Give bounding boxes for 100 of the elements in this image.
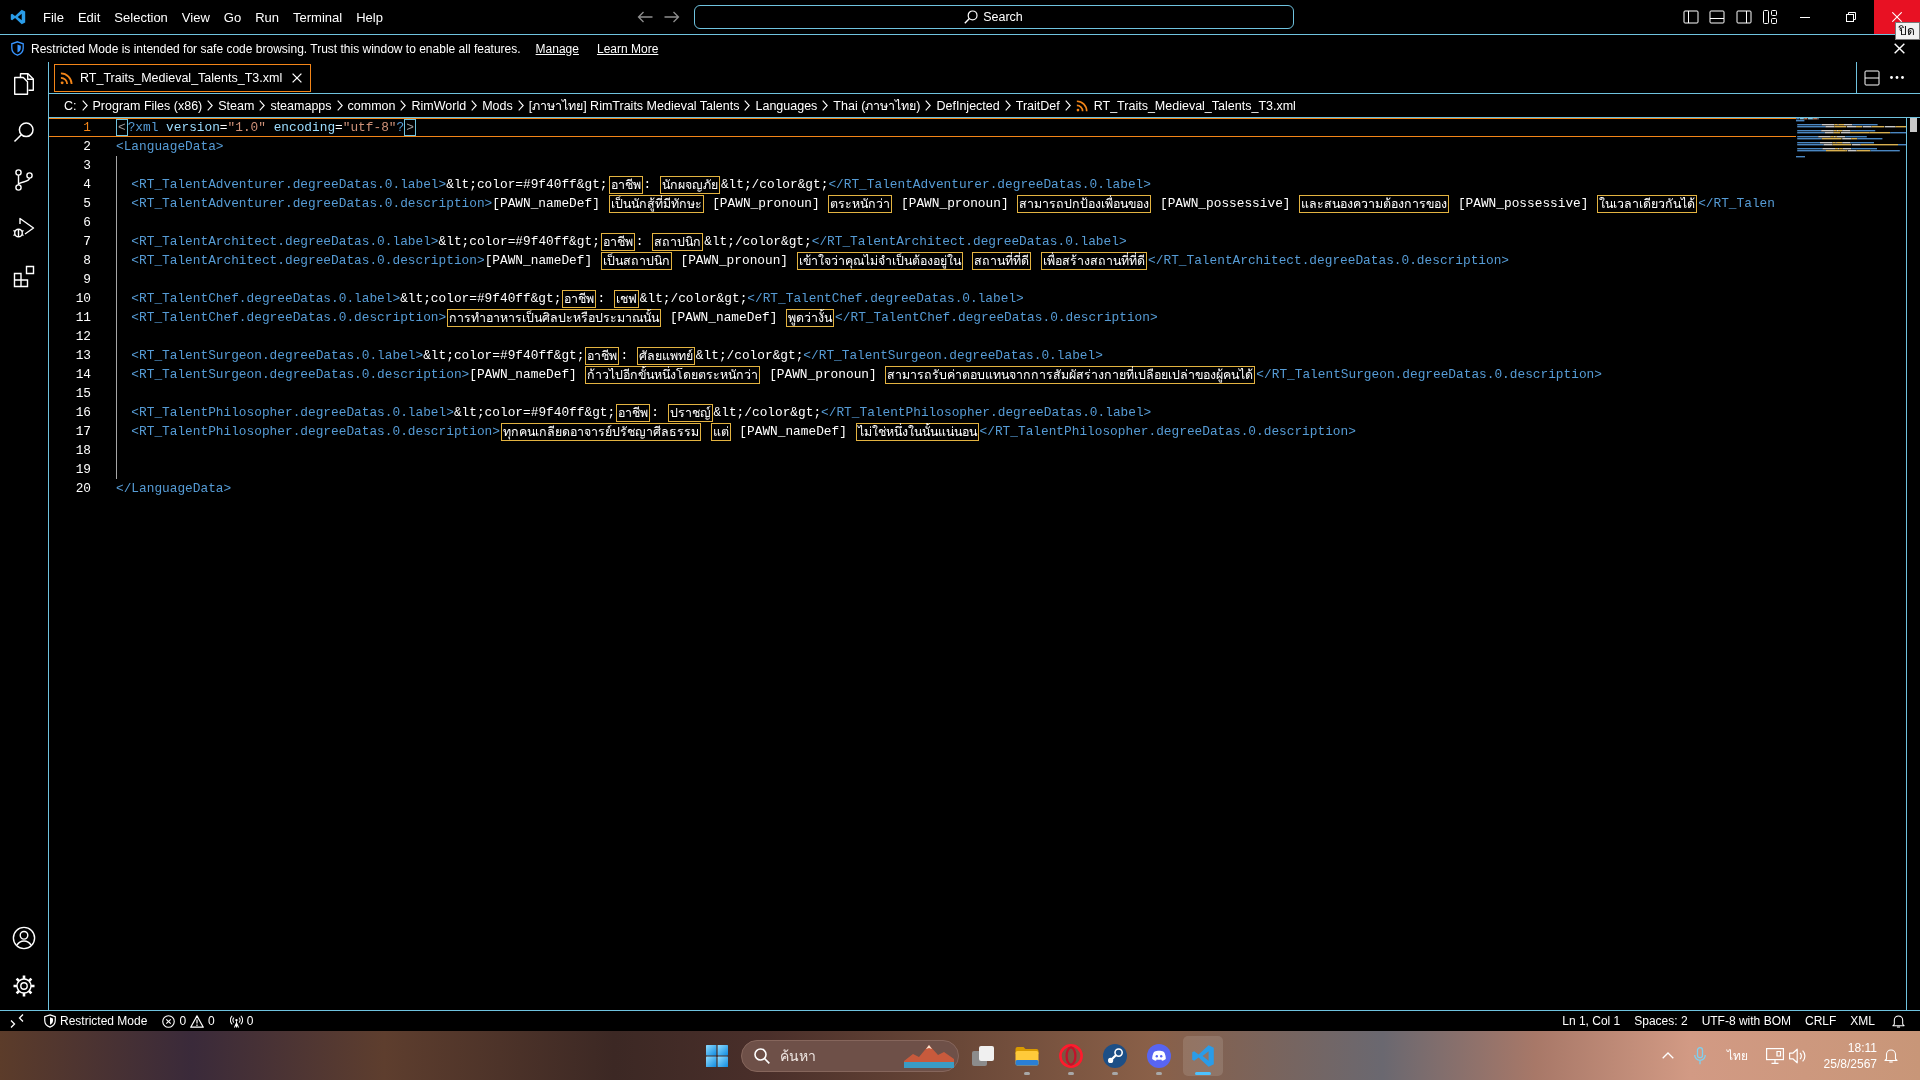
xml-tag: <LanguageData>	[116, 139, 224, 154]
restricted-mode-item[interactable]: Restricted Mode	[39, 1011, 153, 1031]
bell-icon[interactable]	[1892, 1014, 1905, 1028]
menu-item[interactable]: Help	[349, 7, 390, 27]
split-editor-icon[interactable]	[1864, 69, 1880, 86]
breadcrumb-item[interactable]: Thai (ภาษาไทย)	[833, 95, 921, 116]
arrow-left-icon[interactable]	[636, 11, 653, 23]
discord-icon	[1147, 1043, 1171, 1068]
line-number: 20	[75, 481, 91, 496]
account-icon[interactable]	[12, 926, 36, 950]
line-number: 4	[83, 177, 91, 192]
left-panel-icon[interactable]	[1682, 9, 1699, 25]
highlighted-text: ในเวลาเดียวกันได้	[1599, 196, 1696, 212]
breadcrumb-item[interactable]: Program Files (x86)	[92, 98, 203, 113]
problems-item[interactable]: 0 0	[157, 1011, 220, 1031]
ports-item[interactable]: 0	[224, 1011, 259, 1031]
chevron-right-icon	[1064, 100, 1071, 111]
xml-tag: <RT_TalentAdventurer.degreeDatas.0.description>	[131, 196, 493, 211]
breadcrumb-item[interactable]: steamapps	[270, 98, 332, 113]
breadcrumb-item[interactable]: Languages	[755, 98, 818, 113]
line-number: 8	[83, 253, 91, 268]
xml-tag: <RT_TalentArchitect.degreeDatas.0.description>	[131, 253, 485, 268]
folder-icon	[1015, 1045, 1039, 1066]
highlighted-text: ตระหนักว่า	[830, 196, 891, 212]
code-text: [PAWN_nameDef]	[669, 310, 778, 325]
menu-item[interactable]: Run	[248, 7, 286, 27]
search-icon	[754, 1047, 770, 1064]
breadcrumb-item[interactable]: DefInjected	[936, 98, 1000, 113]
highlighted-text: ไม่ใช่หนึ่งในนั้นแน่นอน	[857, 424, 977, 440]
minimap[interactable]	[1796, 118, 1906, 158]
play-bug-icon[interactable]	[12, 216, 36, 240]
close-icon[interactable]	[1894, 43, 1905, 54]
breadcrumb-item[interactable]: Mods	[482, 98, 513, 113]
chevron-right-icon	[336, 100, 343, 111]
clock-date: 25/8/2567	[1823, 1055, 1877, 1072]
line-number: 3	[83, 158, 91, 173]
highlighted-text: ทุกคนเกลียดอาจารย์ปรัชญาศีลธรรม	[503, 424, 699, 440]
arrow-right-icon[interactable]	[663, 11, 680, 23]
line-number: 7	[83, 234, 91, 249]
banner-link[interactable]: Learn More	[596, 41, 659, 56]
status-item[interactable]: UTF-8 with BOM	[1694, 1011, 1798, 1031]
files-icon[interactable]	[12, 72, 36, 96]
code-text: :	[643, 177, 652, 192]
branch-icon[interactable]	[12, 168, 36, 192]
banner-link[interactable]: Manage	[535, 41, 579, 56]
minimize-icon[interactable]	[1800, 16, 1810, 18]
line-number: 10	[75, 291, 91, 306]
close-icon[interactable]	[292, 73, 303, 83]
command-center[interactable]: Search	[693, 5, 1294, 29]
menu-item[interactable]: Selection	[107, 7, 175, 27]
breadcrumb-item[interactable]: RT_Traits_Medieval_Talents_T3.xml	[1075, 98, 1296, 113]
xml-tag: ?xml	[127, 120, 159, 135]
breadcrumb-item[interactable]: common	[347, 98, 396, 113]
remote-icon[interactable]	[10, 1014, 24, 1028]
status-item[interactable]: CRLF	[1797, 1011, 1844, 1031]
breadcrumb-item[interactable]: [ภาษาไทย] RimTraits Medieval Talents	[528, 95, 740, 116]
right-panel-icon[interactable]	[1735, 9, 1752, 25]
layout-icon[interactable]	[1762, 9, 1778, 25]
menu-item[interactable]: Terminal	[286, 7, 350, 27]
status-item[interactable]: XML	[1843, 1011, 1882, 1031]
menu-item[interactable]: File	[36, 7, 71, 27]
line-number: 13	[75, 348, 91, 363]
chevron-up-icon[interactable]	[1661, 1052, 1674, 1059]
bottom-panel-icon[interactable]	[1709, 9, 1725, 25]
xml-tag: </RT_TalentChef.degreeDatas.0.label>	[747, 291, 1024, 306]
xml-tag: </RT_TalentChef.degreeDatas.0.description>	[835, 310, 1158, 325]
blocks-icon[interactable]	[12, 264, 36, 288]
code-text: &lt;/color&gt;	[704, 234, 812, 249]
antenna-icon	[229, 1014, 243, 1028]
highlighted-text: สถาปนิก	[654, 234, 702, 250]
code-text: :	[620, 348, 629, 363]
restore-icon[interactable]	[1846, 12, 1856, 22]
breadcrumb-item[interactable]: Steam	[218, 98, 255, 113]
status-item[interactable]: Ln 1, Col 1	[1555, 1011, 1628, 1031]
line-number: 14	[75, 367, 91, 382]
line-number: 16	[75, 405, 91, 420]
code-text: [PAWN_pronoun]	[901, 196, 1009, 211]
settings-icon[interactable]	[12, 974, 36, 998]
status-item[interactable]: Spaces: 2	[1627, 1011, 1695, 1031]
breadcrumb-item[interactable]: C:	[64, 98, 77, 113]
windows-logo-icon[interactable]	[706, 1044, 728, 1067]
search-field[interactable]: ค้นหา	[741, 1039, 959, 1072]
highlighted-text: ปราชญ์	[669, 405, 711, 421]
menu-item[interactable]: View	[174, 7, 217, 27]
editor-tab[interactable]: RT_Traits_Medieval_Talents_T3.xml	[54, 64, 312, 92]
vscode-icon	[10, 9, 26, 25]
menu-item[interactable]: Go	[216, 7, 249, 27]
stacked-windows-icon	[971, 1043, 995, 1068]
line-number: 19	[75, 462, 91, 477]
highlighted-text: เป็นนักสู้ที่มีทักษะ	[610, 196, 702, 212]
breadcrumb-item[interactable]: RimWorld	[411, 98, 467, 113]
code-text: &lt;/color&gt;	[639, 291, 748, 306]
ellipsis-icon[interactable]	[1890, 76, 1904, 79]
line-number: 9	[83, 272, 91, 287]
scrollbar-thumb[interactable]	[1910, 118, 1917, 132]
search-input[interactable]: ค้นหา	[780, 1044, 898, 1067]
highlighted-text: การทำอาหารเป็นศิลปะหรือประมาณนั้น	[449, 310, 660, 326]
breadcrumb-item[interactable]: TraitDef	[1015, 98, 1060, 113]
search-icon[interactable]	[12, 120, 36, 144]
menu-item[interactable]: Edit	[70, 7, 108, 27]
